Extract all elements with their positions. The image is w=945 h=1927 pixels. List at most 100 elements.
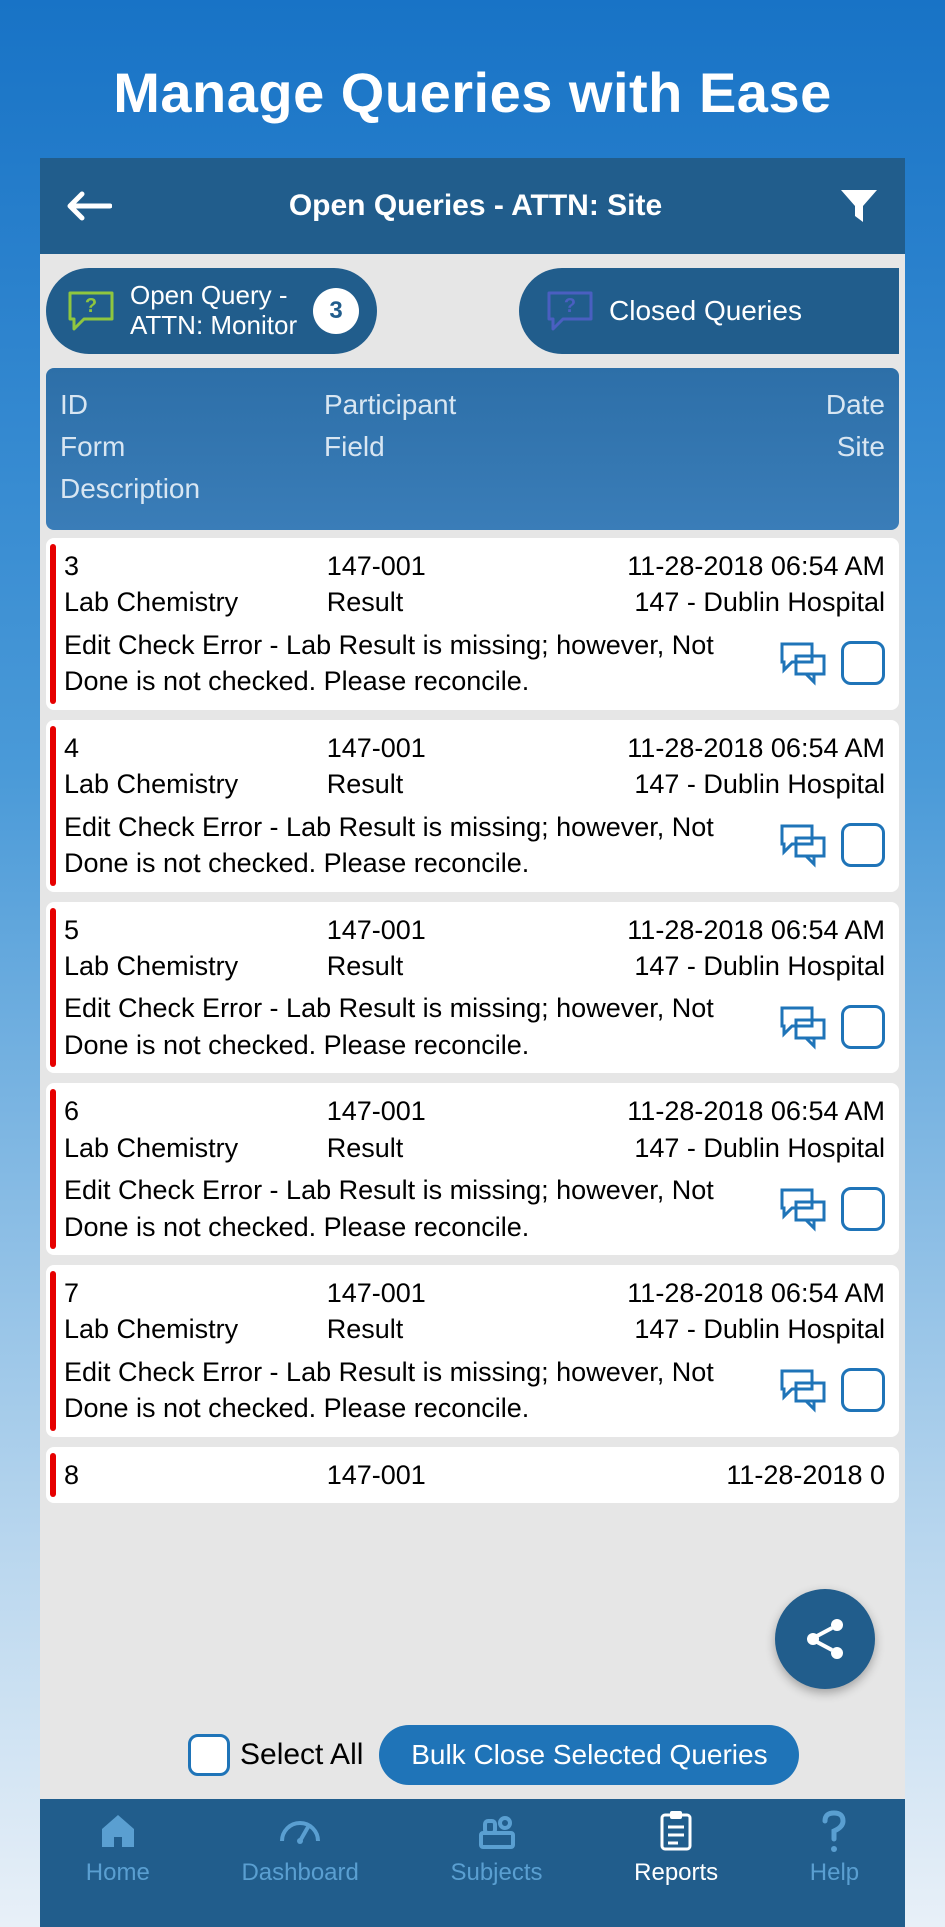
pill-open-query-monitor[interactable]: ? Open Query - ATTN: Monitor 3: [46, 268, 377, 354]
query-list: 3147-00111-28-2018 06:54 AMLab Chemistry…: [40, 538, 905, 1711]
nav-home-label: Home: [86, 1859, 150, 1887]
nav-dashboard-label: Dashboard: [241, 1859, 358, 1887]
help-icon: [812, 1809, 856, 1853]
reports-icon: [654, 1809, 698, 1853]
select-all-checkbox[interactable]: [188, 1734, 230, 1776]
row-participant: 147-001: [327, 1457, 623, 1493]
row-date: 11-28-2018 0: [622, 1457, 885, 1493]
select-all-label: Select All: [240, 1738, 363, 1772]
row-date: 11-28-2018 06:54 AM: [622, 1275, 885, 1311]
hdr-field: Field: [324, 426, 621, 468]
nav-subjects[interactable]: Subjects: [450, 1809, 542, 1887]
row-checkbox[interactable]: [841, 1368, 885, 1412]
topbar: Open Queries - ATTN: Site: [40, 158, 905, 254]
home-icon: [96, 1809, 140, 1853]
row-site: 147 - Dublin Hospital: [622, 1311, 885, 1347]
chat-icon[interactable]: [777, 1183, 829, 1235]
back-arrow-icon[interactable]: [64, 181, 114, 231]
row-description: Edit Check Error - Lab Result is missing…: [64, 1172, 765, 1245]
query-row[interactable]: 7147-00111-28-2018 06:54 AM Lab Chemistry…: [46, 1265, 899, 1437]
subjects-icon: [475, 1809, 519, 1853]
row-id: 6: [64, 1093, 327, 1129]
query-row[interactable]: 5147-00111-28-2018 06:54 AM Lab Chemistry…: [46, 902, 899, 1074]
row-form: Lab Chemistry: [64, 584, 327, 620]
pill-closed-queries[interactable]: ? Closed Queries: [519, 268, 899, 354]
row-site: 147 - Dublin Hospital: [622, 948, 885, 984]
row-form: Lab Chemistry: [64, 1130, 327, 1166]
list-header: ID Participant Date Form Field Site Desc…: [46, 368, 899, 530]
svg-text:?: ?: [564, 295, 576, 317]
row-form: Lab Chemistry: [64, 948, 327, 984]
chat-icon[interactable]: [777, 819, 829, 871]
bulk-close-button[interactable]: Bulk Close Selected Queries: [379, 1725, 799, 1785]
row-date: 11-28-2018 06:54 AM: [622, 1093, 885, 1129]
device-frame: Open Queries - ATTN: Site ? Open Query -…: [40, 158, 905, 1927]
row-participant: 147-001: [327, 730, 623, 766]
hdr-form: Form: [60, 426, 324, 468]
row-field: Result: [327, 766, 623, 802]
nav-help[interactable]: Help: [810, 1809, 859, 1887]
action-bar: Select All Bulk Close Selected Queries: [40, 1711, 905, 1799]
svg-text:?: ?: [85, 295, 97, 317]
row-field: Result: [327, 1311, 623, 1347]
row-id: 3: [64, 548, 327, 584]
hdr-participant: Participant: [324, 384, 621, 426]
row-participant: 147-001: [327, 912, 623, 948]
query-row[interactable]: 3147-00111-28-2018 06:54 AM Lab Chemistry…: [46, 538, 899, 710]
chat-icon[interactable]: [777, 1364, 829, 1416]
dashboard-icon: [278, 1809, 322, 1853]
row-date: 11-28-2018 06:54 AM: [622, 548, 885, 584]
nav-home[interactable]: Home: [86, 1809, 150, 1887]
hdr-description: Description: [60, 468, 885, 510]
row-checkbox[interactable]: [841, 1187, 885, 1231]
row-description: Edit Check Error - Lab Result is missing…: [64, 1354, 765, 1427]
share-fab[interactable]: [775, 1589, 875, 1689]
row-checkbox[interactable]: [841, 1005, 885, 1049]
row-id: 7: [64, 1275, 327, 1311]
bottom-nav: Home Dashboard Subjects Reports Help: [40, 1799, 905, 1927]
query-row[interactable]: 4147-00111-28-2018 06:54 AMLab Chemistry…: [46, 720, 899, 892]
filter-icon[interactable]: [837, 184, 881, 228]
pill-closed-label: Closed Queries: [609, 295, 802, 327]
nav-reports[interactable]: Reports: [634, 1809, 718, 1887]
row-site: 147 - Dublin Hospital: [622, 766, 885, 802]
pill-open-label: Open Query - ATTN: Monitor: [130, 281, 297, 341]
screen-title: Open Queries - ATTN: Site: [114, 189, 837, 223]
row-description: Edit Check Error - Lab Result is missing…: [64, 990, 765, 1063]
row-id: 8: [64, 1457, 327, 1493]
pill-open-badge: 3: [313, 288, 359, 334]
row-id: 5: [64, 912, 327, 948]
nav-help-label: Help: [810, 1859, 859, 1887]
query-row[interactable]: 6147-00111-28-2018 06:54 AMLab Chemistry…: [46, 1083, 899, 1255]
row-participant: 147-001: [327, 548, 623, 584]
row-form: Lab Chemistry: [64, 1311, 327, 1347]
promo-title: Manage Queries with Ease: [0, 0, 945, 155]
nav-reports-label: Reports: [634, 1859, 718, 1887]
query-closed-icon: ?: [543, 284, 597, 338]
row-date: 11-28-2018 06:54 AM: [622, 730, 885, 766]
filter-pills-row: ? Open Query - ATTN: Monitor 3 ? Closed …: [40, 254, 905, 368]
share-icon: [801, 1615, 849, 1663]
row-site: 147 - Dublin Hospital: [622, 1130, 885, 1166]
hdr-site: Site: [621, 426, 885, 468]
row-field: Result: [327, 948, 623, 984]
row-checkbox[interactable]: [841, 641, 885, 685]
nav-dashboard[interactable]: Dashboard: [241, 1809, 358, 1887]
row-date: 11-28-2018 06:54 AM: [622, 912, 885, 948]
nav-subjects-label: Subjects: [450, 1859, 542, 1887]
query-row[interactable]: 8147-00111-28-2018 0: [46, 1447, 899, 1503]
select-all-control[interactable]: Select All: [188, 1734, 363, 1776]
row-field: Result: [327, 584, 623, 620]
query-open-icon: ?: [64, 284, 118, 338]
row-form: Lab Chemistry: [64, 766, 327, 802]
hdr-id: ID: [60, 384, 324, 426]
hdr-date: Date: [621, 384, 885, 426]
row-description: Edit Check Error - Lab Result is missing…: [64, 627, 765, 700]
row-description: Edit Check Error - Lab Result is missing…: [64, 809, 765, 882]
row-checkbox[interactable]: [841, 823, 885, 867]
row-participant: 147-001: [327, 1275, 623, 1311]
row-field: Result: [327, 1130, 623, 1166]
chat-icon[interactable]: [777, 1001, 829, 1053]
row-site: 147 - Dublin Hospital: [622, 584, 885, 620]
chat-icon[interactable]: [777, 637, 829, 689]
